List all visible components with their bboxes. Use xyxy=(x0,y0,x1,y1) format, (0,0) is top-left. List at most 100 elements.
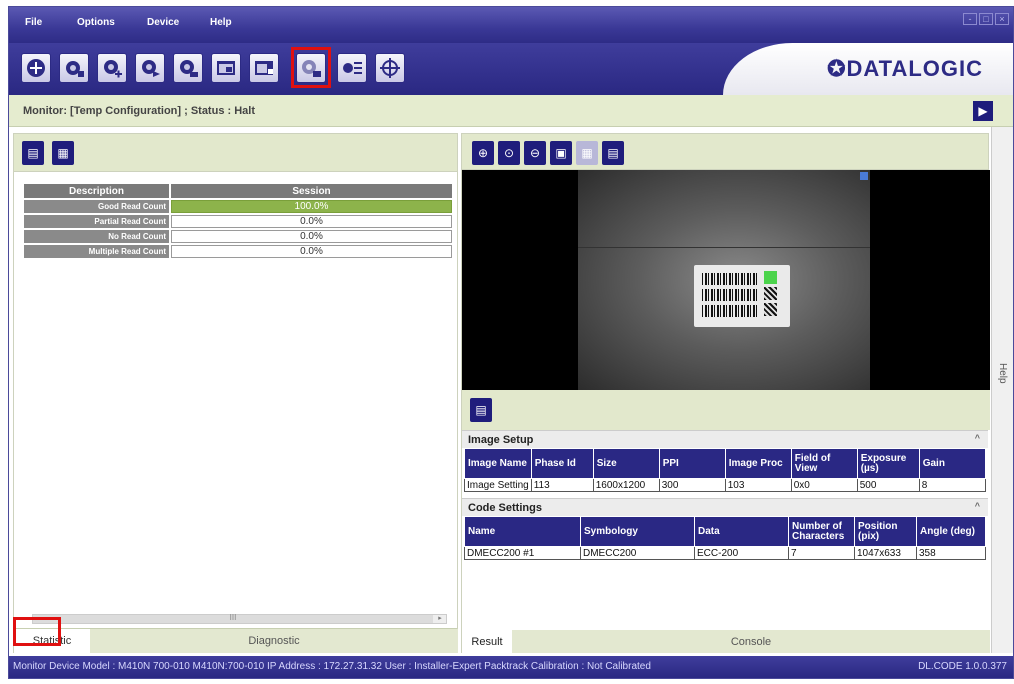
table-cell: 103 xyxy=(724,478,792,492)
maximize-icon[interactable]: □ xyxy=(979,13,993,25)
camera-list-button[interactable] xyxy=(337,53,367,83)
result-area: ▤ Image Setup ^ Image Name Phase Id Size… xyxy=(462,390,990,653)
close-icon[interactable]: × xyxy=(995,13,1009,25)
barcode-icon xyxy=(702,273,758,285)
save-image-button[interactable]: ▣ xyxy=(550,141,572,165)
table-cell: 1047x633 xyxy=(854,546,917,560)
status-text: Monitor Device Model : M410N 700-010 M41… xyxy=(13,661,651,672)
scroll-right-icon[interactable]: ▸ xyxy=(434,615,446,623)
code-settings-table: Name Symbology Data Number of Characters… xyxy=(464,516,986,560)
clipboard-button[interactable]: ▤ xyxy=(22,141,44,165)
camera-settings-button[interactable] xyxy=(59,53,89,83)
table-row: Image Setting 113 1600x1200 300 103 0x0 … xyxy=(464,478,987,492)
play-icon: ▶ xyxy=(978,104,988,118)
target-button[interactable] xyxy=(375,53,405,83)
clipboard-icon: ▤ xyxy=(27,146,39,160)
row-value: 0.0% xyxy=(171,230,452,243)
column-header: PPI xyxy=(658,448,726,479)
table-cell: 113 xyxy=(530,478,594,492)
column-header: Gain xyxy=(918,448,987,479)
status-bar: Monitor Device Model : M410N 700-010 M41… xyxy=(9,656,1013,678)
row-label: No Read Count xyxy=(24,230,169,243)
camera-receive-button[interactable] xyxy=(173,53,203,83)
table-cell: 1600x1200 xyxy=(592,478,660,492)
scrollbar-thumb[interactable]: III xyxy=(33,614,433,623)
tab-result[interactable]: Result xyxy=(462,630,512,653)
image-window-alt-icon xyxy=(255,61,273,75)
zoom-fit-icon: ⊙ xyxy=(503,146,515,160)
chevron-up-icon[interactable]: ^ xyxy=(975,501,980,511)
crosshair-plus-button[interactable] xyxy=(21,53,51,83)
barcode-icon xyxy=(702,289,758,301)
result-clipboard-button[interactable]: ▤ xyxy=(470,398,492,422)
image-window-button[interactable] xyxy=(211,53,241,83)
table-cell: ECC-200 xyxy=(694,546,789,560)
image-list-button[interactable]: ▤ xyxy=(602,141,624,165)
toolbar-highlight-box xyxy=(291,47,331,88)
section-title: Code Settings xyxy=(468,502,542,514)
calendar-icon: ▦ xyxy=(57,146,69,160)
help-sidebar[interactable]: Help xyxy=(991,127,1013,653)
table-row: Partial Read Count 0.0% xyxy=(24,215,452,228)
camera-image xyxy=(578,170,870,390)
camera-settings-icon xyxy=(66,61,84,77)
menu-device[interactable]: Device xyxy=(147,17,179,28)
menu-options[interactable]: Options xyxy=(77,17,115,28)
column-header: Data xyxy=(694,516,789,547)
column-header: Angle (deg) xyxy=(916,516,986,547)
row-label: Partial Read Count xyxy=(24,215,169,228)
horizontal-scrollbar[interactable]: III ▸ xyxy=(32,614,447,624)
column-header: Number of Characters xyxy=(788,516,855,547)
acquired-image-view[interactable] xyxy=(462,170,990,390)
table-row: Multiple Read Count 0.0% xyxy=(24,245,452,258)
camera-add-button[interactable] xyxy=(97,53,127,83)
table-cell: 0x0 xyxy=(790,478,858,492)
code-settings-section[interactable]: Code Settings ^ xyxy=(462,498,988,516)
row-value: 0.0% xyxy=(171,215,452,228)
table-cell: 500 xyxy=(856,478,920,492)
image-edge-line xyxy=(578,247,870,248)
table-cell: DMECC200 #1 xyxy=(464,546,581,560)
column-header: Position (pix) xyxy=(854,516,917,547)
minimize-icon[interactable]: - xyxy=(963,13,977,25)
main-toolbar: ✪DATALOGIC xyxy=(9,43,1013,95)
tab-diagnostic[interactable]: Diagnostic xyxy=(90,629,458,653)
table-row: Good Read Count 100.0% xyxy=(24,200,452,213)
row-value: 100.0% xyxy=(171,200,452,213)
help-label: Help xyxy=(997,363,1008,384)
statistics-panel: ▤ ▦ Description Session Good Read Count … xyxy=(13,133,458,653)
clipboard-icon: ▤ xyxy=(475,403,487,417)
camera-send-button[interactable] xyxy=(135,53,165,83)
barcode-label xyxy=(694,265,790,327)
camera-receive-icon xyxy=(180,60,198,77)
logo-glyph: ✪ xyxy=(827,56,847,81)
grid-view-button[interactable]: ▦ xyxy=(576,141,598,165)
column-header: Symbology xyxy=(580,516,695,547)
image-setup-section[interactable]: Image Setup ^ xyxy=(462,430,988,448)
column-header: Size xyxy=(592,448,660,479)
zoom-out-button[interactable]: ⊖ xyxy=(524,141,546,165)
statistic-tab-highlight-box xyxy=(13,617,61,646)
grid-view-icon: ▦ xyxy=(581,146,593,160)
column-header: Phase Id xyxy=(530,448,594,479)
save-image-icon: ▣ xyxy=(555,146,567,160)
tab-console[interactable]: Console xyxy=(512,630,990,653)
calendar-button[interactable]: ▦ xyxy=(52,141,74,165)
zoom-out-icon: ⊖ xyxy=(529,146,541,160)
chevron-up-icon[interactable]: ^ xyxy=(975,433,980,443)
menu-help[interactable]: Help xyxy=(210,17,232,28)
zoom-fit-button[interactable]: ⊙ xyxy=(498,141,520,165)
image-window-alt-button[interactable] xyxy=(249,53,279,83)
play-button[interactable]: ▶ xyxy=(973,101,993,121)
zoom-in-button[interactable]: ⊕ xyxy=(472,141,494,165)
datamatrix-decoded-icon xyxy=(764,271,777,284)
left-tab-bar: Statistic Diagnostic xyxy=(14,628,458,653)
menu-bar: File Options Device Help - □ × xyxy=(9,7,1013,43)
table-cell: 300 xyxy=(658,478,726,492)
monitor-title: Monitor: [Temp Configuration] ; Status :… xyxy=(23,105,255,117)
image-tag-icon xyxy=(860,172,868,180)
table-cell: 8 xyxy=(918,478,987,492)
menu-file[interactable]: File xyxy=(25,17,42,28)
image-toolbar: ⊕ ⊙ ⊖ ▣ ▦ ▤ xyxy=(462,134,988,170)
barcode-icon xyxy=(702,305,758,317)
